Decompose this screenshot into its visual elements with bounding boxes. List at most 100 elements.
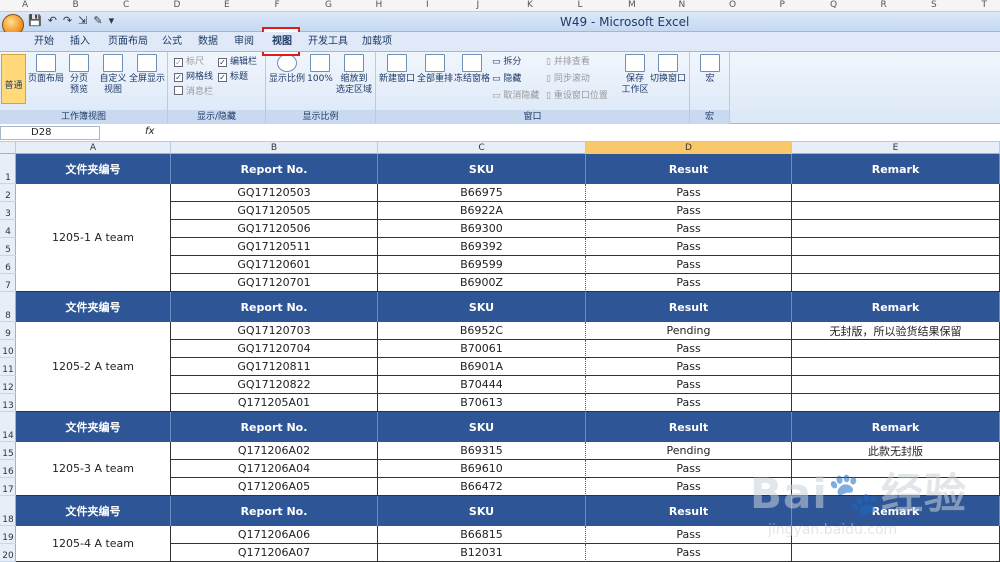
data-cell[interactable] [792, 220, 1000, 238]
tab-4[interactable]: 数据 [198, 34, 218, 50]
row-header[interactable]: 19 [0, 526, 16, 544]
data-cell[interactable]: 无封版，所以验货结果保留 [792, 322, 1000, 340]
header-cell[interactable]: SKU [378, 154, 586, 184]
header-cell[interactable]: 文件夹编号 [16, 154, 171, 184]
data-cell[interactable]: GQ17120601 [171, 256, 378, 274]
header-cell[interactable]: 文件夹编号 [16, 292, 171, 322]
data-cell[interactable] [792, 376, 1000, 394]
data-cell[interactable]: Pass [586, 394, 792, 412]
data-cell[interactable]: B70613 [378, 394, 586, 412]
gridlines-checkbox[interactable]: ✓ 网格线 [174, 71, 213, 83]
view-fullscreen-button[interactable]: 全屏显示 [128, 54, 166, 104]
data-cell[interactable]: GQ17120811 [171, 358, 378, 376]
tab-2[interactable]: 页面布局 [108, 34, 148, 50]
data-cell[interactable] [792, 238, 1000, 256]
row-header[interactable]: 12 [0, 376, 16, 394]
new-window-button[interactable]: 新建窗口 [378, 54, 416, 104]
row-header[interactable]: 2 [0, 184, 16, 202]
quick-access-icon[interactable]: ↶ [48, 14, 57, 27]
header-cell[interactable]: Result [586, 154, 792, 184]
data-cell[interactable]: B66975 [378, 184, 586, 202]
tab-7[interactable]: 开发工具 [308, 34, 348, 50]
data-cell[interactable]: GQ17120505 [171, 202, 378, 220]
tab-3[interactable]: 公式 [162, 34, 182, 50]
header-cell[interactable]: SKU [378, 412, 586, 442]
data-cell[interactable] [792, 358, 1000, 376]
quick-access-icon[interactable]: ⇲ [78, 14, 87, 27]
header-cell[interactable]: Report No. [171, 292, 378, 322]
split-button[interactable]: ▭ 拆分 [492, 56, 521, 68]
row-header[interactable]: 8 [0, 292, 16, 322]
data-cell[interactable]: Pass [586, 358, 792, 376]
row-header[interactable]: 18 [0, 496, 16, 526]
view-side-by-side-button[interactable]: ▯ 并排查看 [546, 56, 590, 68]
row-header[interactable]: 3 [0, 202, 16, 220]
switch-window-button[interactable]: 切换窗口 [648, 54, 688, 104]
header-cell[interactable]: Remark [792, 154, 1000, 184]
row-header[interactable]: 16 [0, 460, 16, 478]
col-header-C[interactable]: C [378, 142, 586, 154]
data-cell[interactable]: B69315 [378, 442, 586, 460]
header-cell[interactable]: 文件夹编号 [16, 496, 171, 526]
data-cell[interactable]: Pending [586, 322, 792, 340]
data-cell[interactable] [792, 184, 1000, 202]
team-cell[interactable]: 1205-2 A team [16, 322, 171, 412]
row-header[interactable]: 5 [0, 238, 16, 256]
tab-1[interactable]: 插入 [70, 34, 90, 50]
data-cell[interactable]: B6901A [378, 358, 586, 376]
data-cell[interactable]: GQ17120822 [171, 376, 378, 394]
row-header[interactable]: 13 [0, 394, 16, 412]
data-cell[interactable]: B69300 [378, 220, 586, 238]
data-cell[interactable]: Q171205A01 [171, 394, 378, 412]
data-cell[interactable] [792, 340, 1000, 358]
quick-access-icon[interactable]: ▾ [109, 14, 115, 27]
data-cell[interactable]: GQ17120703 [171, 322, 378, 340]
team-cell[interactable]: 1205-1 A team [16, 184, 171, 292]
header-cell[interactable]: Result [586, 292, 792, 322]
data-cell[interactable]: Pass [586, 340, 792, 358]
data-cell[interactable]: GQ17120704 [171, 340, 378, 358]
data-cell[interactable]: Q171206A06 [171, 526, 378, 544]
team-cell[interactable]: 1205-3 A team [16, 442, 171, 496]
row-header[interactable]: 14 [0, 412, 16, 442]
data-cell[interactable]: Q171206A05 [171, 478, 378, 496]
view-custom-button[interactable]: 自定义 视图 [96, 54, 130, 104]
ruler-checkbox[interactable]: ✓ 标尺 [174, 56, 204, 68]
data-cell[interactable]: B69599 [378, 256, 586, 274]
hide-button[interactable]: ▭ 隐藏 [492, 73, 521, 85]
reset-position-button[interactable]: ▯ 重设窗口位置 [546, 90, 608, 102]
arrange-all-button[interactable]: 全部重排 [416, 54, 454, 104]
header-cell[interactable]: Report No. [171, 496, 378, 526]
tab-8[interactable]: 加载项 [362, 34, 392, 50]
save-workspace-button[interactable]: 保存 工作区 [620, 54, 650, 104]
data-cell[interactable]: GQ17120511 [171, 238, 378, 256]
unhide-button[interactable]: ▭ 取消隐藏 [492, 90, 539, 102]
header-cell[interactable]: Remark [792, 292, 1000, 322]
name-box[interactable]: D28 [0, 126, 100, 140]
data-cell[interactable] [792, 274, 1000, 292]
quick-access-icon[interactable]: ✎ [93, 14, 102, 27]
view-page-break-button[interactable]: 分页 预览 [66, 54, 92, 104]
macro-button[interactable]: 宏 [694, 54, 726, 104]
header-cell[interactable]: Remark [792, 412, 1000, 442]
data-cell[interactable]: Q171206A02 [171, 442, 378, 460]
formula-bar-checkbox[interactable]: ✓ 编辑栏 [218, 56, 257, 68]
data-cell[interactable]: Pass [586, 202, 792, 220]
data-cell[interactable]: B70061 [378, 340, 586, 358]
freeze-panes-button[interactable]: 冻结窗格 [454, 54, 490, 104]
data-cell[interactable]: B6922A [378, 202, 586, 220]
data-cell[interactable]: Pass [586, 274, 792, 292]
data-cell[interactable]: B12031 [378, 544, 586, 562]
zoom-100-button[interactable]: 100% [306, 54, 334, 104]
data-cell[interactable]: B70444 [378, 376, 586, 394]
tab-5[interactable]: 审阅 [234, 34, 254, 50]
header-cell[interactable]: Report No. [171, 412, 378, 442]
row-header[interactable]: 20 [0, 544, 16, 562]
header-cell[interactable]: SKU [378, 496, 586, 526]
quick-access-icon[interactable]: 💾 [28, 14, 42, 27]
tab-0[interactable]: 开始 [34, 34, 54, 50]
data-cell[interactable]: GQ17120503 [171, 184, 378, 202]
row-header[interactable]: 1 [0, 154, 16, 184]
quick-access-icon[interactable]: ↷ [63, 14, 72, 27]
fx-icon[interactable]: fx [145, 126, 154, 137]
